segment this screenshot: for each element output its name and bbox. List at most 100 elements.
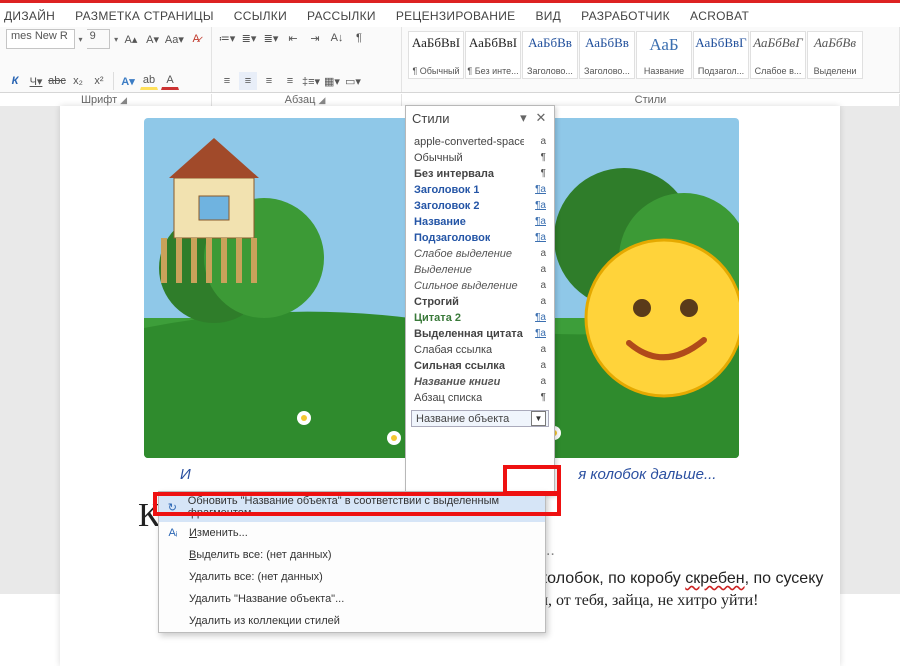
numbering-icon[interactable]: ≣▾ [240,29,258,47]
font-size-combo[interactable]: 9 [87,29,111,49]
font-color-icon[interactable]: A [161,72,179,90]
style-row[interactable]: Сильная ссылка a [412,358,548,374]
clear-format-icon[interactable]: A̷ [187,30,205,48]
subscript-icon[interactable]: x₂ [69,72,87,90]
style-sample: АаБбВв [585,35,629,51]
style-gallery-item[interactable]: АаБбВвІ ¶ Без инте... [465,31,521,79]
style-sample: АаБбВвГ [695,35,746,51]
font-size-caret-icon[interactable]: ▾ [114,35,118,44]
style-label: Заголово... [584,66,630,76]
indent-dec-icon[interactable]: ⇤ [284,29,302,47]
style-row[interactable]: Без интервала ¶ [412,166,548,182]
style-gallery-item[interactable]: АаБбВвГ Слабое в... [750,31,806,79]
style-gallery[interactable]: АаБбВвІ ¶ ОбычныйАаБбВвІ ¶ Без инте...Аа… [408,29,893,81]
underline-icon[interactable]: Ч▾ [27,72,45,90]
tab-mailings[interactable]: РАССЫЛКИ [307,9,376,23]
align-right-icon[interactable]: ≡ [260,72,278,90]
bullets-icon[interactable]: ≔▾ [218,29,236,47]
highlight-icon[interactable]: ab [140,72,158,90]
style-name: apple-converted-space [414,136,524,148]
shrink-font-icon[interactable]: A▾ [144,30,162,48]
show-marks-icon[interactable]: ¶ [350,29,368,47]
styles-selected-name: Название объекта [416,413,509,425]
style-row[interactable]: Подзаголовок ¶a [412,230,548,246]
styles-selected-row[interactable]: Название объекта ▼ [411,410,549,427]
style-row[interactable]: Название книги a [412,374,548,390]
style-name: Подзаголовок [414,232,490,244]
align-center-icon[interactable]: ≡ [239,72,257,90]
shading-icon[interactable]: ▦▾ [323,72,341,90]
tab-review[interactable]: РЕЦЕНЗИРОВАНИЕ [396,9,516,23]
pane-close-icon[interactable]: ✕ [534,110,548,126]
style-name: Выделенная цитата [414,328,523,340]
ctx-modify-style[interactable]: Aᵢ Изменить... [159,522,545,544]
tab-developer[interactable]: РАЗРАБОТЧИК [581,9,670,23]
indent-inc-icon[interactable]: ⇥ [306,29,324,47]
borders-icon[interactable]: ▭▾ [344,72,362,90]
change-case-icon[interactable]: Aa▾ [165,30,183,48]
style-type-icon: a [530,264,546,276]
style-type-icon: a [530,376,546,388]
multilevel-icon[interactable]: ≣▾ [262,29,280,47]
style-sample: АаБ [649,35,678,55]
style-row[interactable]: Выделение a [412,262,548,278]
styles-list[interactable]: apple-converted-space aОбычный ¶Без инте… [406,130,554,408]
italic-icon[interactable]: К [6,72,24,90]
style-row[interactable]: Название ¶a [412,214,548,230]
style-row[interactable]: Цитата 2 ¶a [412,310,548,326]
style-gallery-item[interactable]: АаБбВв Заголово... [579,31,635,79]
style-label: Заголово... [527,66,573,76]
ctx-select-all[interactable]: Выделить все: (нет данных) [159,544,545,566]
style-type-icon: ¶a [530,216,546,228]
style-row[interactable]: Абзац списка ¶ [412,390,548,406]
ctx-delete-style[interactable]: Удалить "Название объекта"... [159,588,545,610]
style-type-icon: ¶a [530,328,546,340]
style-sample: АаБбВвІ [469,35,517,51]
style-row[interactable]: Слабая ссылка a [412,342,548,358]
style-row[interactable]: Заголовок 1 ¶a [412,182,548,198]
style-row[interactable]: Слабое выделение a [412,246,548,262]
style-row[interactable]: Выделенная цитата ¶a [412,326,548,342]
ctx-remove-from-gallery[interactable]: Удалить из коллекции стилей [159,610,545,632]
pane-options-caret-icon[interactable]: ▾ [516,110,530,126]
tab-layout[interactable]: РАЗМЕТКА СТРАНИЦЫ [75,9,214,23]
tab-acrobat[interactable]: ACROBAT [690,9,749,23]
style-row[interactable]: Сильное выделение a [412,278,548,294]
grow-font-icon[interactable]: A▴ [122,30,140,48]
ctx-delete-all[interactable]: Удалить все: (нет данных) [159,566,545,588]
tab-design[interactable]: ДИЗАЙН [4,9,55,23]
tab-view[interactable]: ВИД [535,9,561,23]
style-gallery-item[interactable]: АаБбВвГ Подзагол... [693,31,749,79]
style-type-icon: ¶ [530,392,546,404]
style-gallery-item[interactable]: АаБ Название [636,31,692,79]
style-dropdown-icon[interactable]: ▼ [531,411,546,426]
style-gallery-item[interactable]: АаБбВв Заголово... [522,31,578,79]
font-name-combo[interactable]: mes New R [6,29,75,49]
style-type-icon: ¶a [530,184,546,196]
style-type-icon: ¶a [530,232,546,244]
style-row[interactable]: Строгий a [412,294,548,310]
align-left-icon[interactable]: ≡ [218,72,236,90]
tab-links[interactable]: ССЫЛКИ [234,9,287,23]
style-gallery-item[interactable]: АаБбВвІ ¶ Обычный [408,31,464,79]
line-spacing-icon[interactable]: ‡≡▾ [302,72,320,90]
style-gallery-item[interactable]: АаБбВв Выделени [807,31,863,79]
strike-icon[interactable]: abc [48,72,66,90]
font-name-caret-icon[interactable]: ▾ [79,35,83,44]
dialog-launcher-icon[interactable]: ◢ [117,95,130,105]
style-label: Слабое в... [755,66,802,76]
dialog-launcher-icon[interactable]: ◢ [315,95,328,105]
style-row[interactable]: Обычный ¶ [412,150,548,166]
style-row[interactable]: apple-converted-space a [412,134,548,150]
sort-icon[interactable]: A↓ [328,29,346,47]
justify-icon[interactable]: ≡ [281,72,299,90]
text-effects-icon[interactable]: A▾ [119,72,137,90]
annotation-highlight-box [503,465,561,495]
style-type-icon: a [530,136,546,148]
style-name: Слабая ссылка [414,344,492,356]
spellcheck-underline: скребен [685,570,744,587]
superscript-icon[interactable]: x² [90,72,108,90]
style-name: Строгий [414,296,459,308]
style-row[interactable]: Заголовок 2 ¶a [412,198,548,214]
style-label: ¶ Обычный [412,66,459,76]
